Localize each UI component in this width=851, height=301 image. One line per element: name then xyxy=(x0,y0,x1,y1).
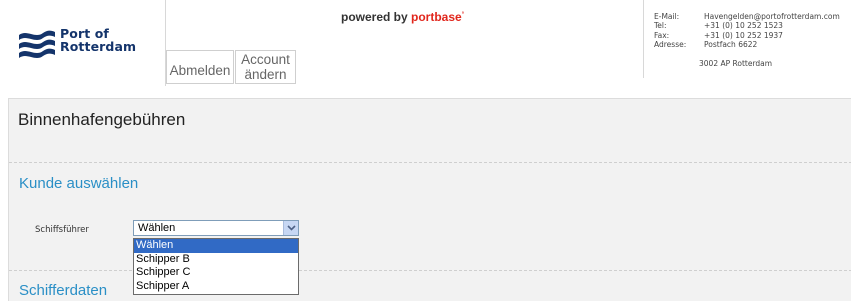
section-title-skipper-data: Schifferdaten xyxy=(19,282,108,299)
port-of-rotterdam-logo[interactable]: Port of Rotterdam xyxy=(17,27,147,61)
content-panel: Binnenhafengebühren Kunde auswählen Schi… xyxy=(8,98,851,301)
tel-value: +31 (0) 10 252 1523 xyxy=(704,21,783,31)
email-value[interactable]: Havengelden@portofrotterdam.com xyxy=(704,12,840,21)
logo-text: Port of Rotterdam xyxy=(60,27,136,53)
chevron-down-icon[interactable] xyxy=(283,221,298,235)
address-label: Adresse: xyxy=(654,40,687,50)
powered-by-portbase: powered by portbase° xyxy=(341,10,464,24)
header: Port of Rotterdam powered by portbase° A… xyxy=(0,0,851,86)
change-account-label-line2: ändern xyxy=(244,67,287,82)
skipper-dropdown-list: Wählen Schipper B Schipper C Schipper A xyxy=(133,238,299,295)
skipper-select[interactable]: Wählen xyxy=(133,220,299,236)
logout-button[interactable]: Abmelden xyxy=(166,50,234,84)
fax-value: +31 (0) 10 252 1937 xyxy=(704,30,783,40)
dropdown-option[interactable]: Wählen xyxy=(134,239,298,253)
logo-text-line2: Rotterdam xyxy=(60,39,137,54)
fax-label: Fax: xyxy=(654,30,670,40)
section-title-select-customer: Kunde auswählen xyxy=(19,175,139,192)
tel-label: Tel: xyxy=(654,21,667,31)
portbase-brand-label: portbase xyxy=(411,10,462,24)
portbase-brand-mark: ° xyxy=(461,12,465,18)
address-line2: 3002 AP Rotterdam xyxy=(699,59,773,68)
logo-mark-icon xyxy=(19,30,55,58)
powered-by-prefix: powered by xyxy=(341,10,412,24)
skipper-select-value: Wählen xyxy=(138,222,176,234)
page-title: Binnenhafengebühren xyxy=(18,110,186,129)
address-line1: Postfach 6622 xyxy=(704,40,758,50)
dropdown-option[interactable]: Schipper B xyxy=(134,253,298,267)
email-label: E-Mail: xyxy=(654,12,680,21)
section-divider xyxy=(9,162,851,163)
header-divider-right xyxy=(643,0,644,78)
skipper-field-label: Schiffsführer xyxy=(35,225,89,235)
change-account-label-line1: Account xyxy=(241,52,290,67)
logout-label: Abmelden xyxy=(169,62,231,78)
portbase-brand[interactable]: portbase° xyxy=(411,10,464,24)
dropdown-option[interactable]: Schipper C xyxy=(134,266,298,280)
dropdown-option[interactable]: Schipper A xyxy=(134,280,298,294)
change-account-button[interactable]: Account ändern xyxy=(235,50,296,84)
